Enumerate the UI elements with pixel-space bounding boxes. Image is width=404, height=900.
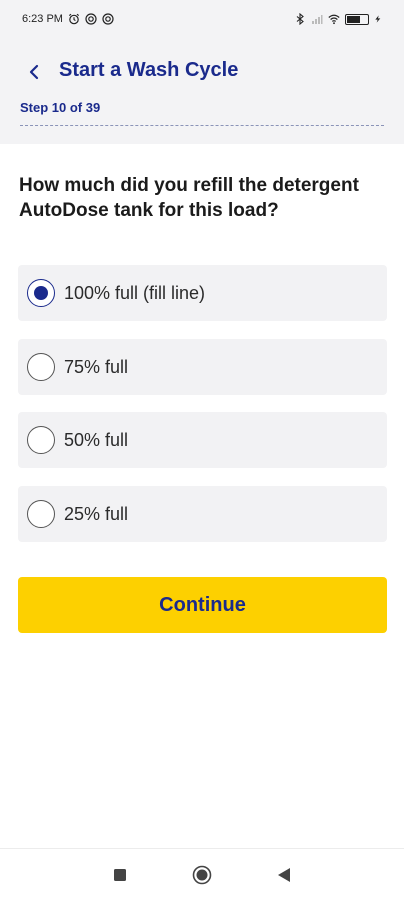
radio-button[interactable] [27, 426, 55, 454]
status-right [294, 13, 382, 25]
step-indicator: Step 10 of 39 [20, 100, 101, 115]
signal-icon [312, 15, 323, 24]
sync-icon [102, 13, 114, 25]
status-time: 6:23 PM [22, 13, 63, 25]
option-50-percent[interactable]: 50% full [18, 412, 387, 468]
status-bar: 6:23 PM [0, 0, 404, 38]
page-title: Start a Wash Cycle [59, 59, 239, 81]
status-left: 6:23 PM [22, 13, 114, 25]
chevron-left-icon [29, 64, 39, 80]
battery-icon [345, 13, 369, 25]
option-label: 25% full [64, 503, 129, 524]
bluetooth-icon [296, 13, 304, 25]
option-label: 100% full (fill line) [64, 282, 206, 303]
sync-icon [85, 13, 97, 25]
option-75-percent[interactable]: 75% full [18, 339, 387, 395]
option-label: 75% full [64, 356, 129, 377]
triangle-back-icon [278, 868, 290, 882]
home-circle-icon [192, 865, 212, 885]
back-nav-button[interactable] [274, 865, 294, 885]
charging-icon [375, 15, 381, 23]
radio-button-selected[interactable] [27, 279, 55, 307]
square-icon [114, 869, 126, 881]
header: Start a Wash Cycle Step 10 of 39 [0, 38, 404, 144]
question-text: How much did you refill the detergent Au… [19, 175, 359, 221]
alarm-icon [68, 13, 80, 25]
option-label: 50% full [64, 429, 129, 450]
radio-button[interactable] [27, 353, 55, 381]
option-25-percent[interactable]: 25% full [18, 486, 387, 542]
continue-button[interactable]: Continue [18, 577, 387, 633]
system-nav-bar [0, 848, 404, 900]
option-100-percent[interactable]: 100% full (fill line) [18, 265, 387, 321]
back-button[interactable] [22, 60, 46, 84]
home-button[interactable] [192, 865, 212, 885]
recents-button[interactable] [110, 865, 130, 885]
radio-button[interactable] [27, 500, 55, 528]
divider [20, 125, 384, 126]
wifi-icon [328, 14, 340, 25]
